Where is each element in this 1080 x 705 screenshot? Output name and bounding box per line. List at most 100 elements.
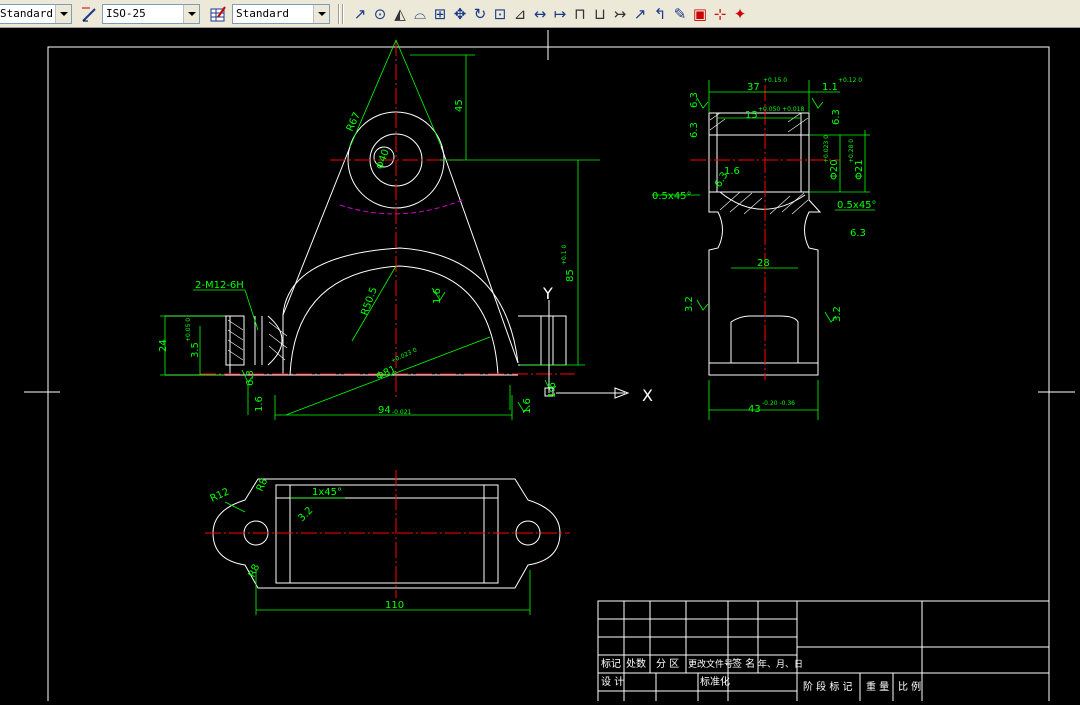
dim-d37-tol: +0.15 0 <box>763 77 787 84</box>
chevron-down-icon[interactable] <box>313 5 329 23</box>
dim-text-edit-icon[interactable]: ⊹ <box>710 4 730 24</box>
tb-biaoji: 标记 <box>601 658 621 670</box>
dim-arc-icon[interactable]: ◭ <box>390 4 410 24</box>
tb-biaozhunhua: 标准化 <box>700 675 730 688</box>
rib-right <box>440 145 519 364</box>
tolerance-icon[interactable]: ↣ <box>610 4 630 24</box>
title-block: 标记 处数 分 区 更改文件号 签 名 年、月、日 设 计 标准化 阶 段 标 … <box>597 600 1050 705</box>
right-boss-profile <box>518 315 567 366</box>
chevron-down-icon[interactable] <box>55 5 71 23</box>
chamfer-2: 0.5x45° <box>837 200 877 211</box>
rough-63b: 6.3 <box>689 92 700 108</box>
rough-16a: 1.6 <box>254 396 265 412</box>
dim-break-icon[interactable]: ⊔ <box>590 4 610 24</box>
tb-fenqu: 分 区 <box>656 658 679 670</box>
ucs-x-label: X <box>642 386 653 405</box>
top-view: R12 R8 R8 1x45° 3.2 110 <box>205 470 570 615</box>
tb-zhongliang: 重 量 <box>866 680 889 693</box>
dim-baseline-icon[interactable]: ↔ <box>530 4 550 24</box>
front-view: X Y R67 Φ40 45 85 +0.1 0 R50.5 Φ81 +0.02… <box>158 39 653 420</box>
rough-16d: 1.6 <box>547 382 558 398</box>
dim-edit-icon[interactable]: ▣ <box>690 4 710 24</box>
dim-aligned-icon[interactable]: ⊙ <box>370 4 390 24</box>
dim-d11: 1.1 <box>822 82 838 93</box>
thread-hole-right <box>540 315 554 366</box>
dim-radius-icon[interactable]: ⊞ <box>430 4 450 24</box>
center-mark-icon[interactable]: ↗ <box>630 4 650 24</box>
rough-63f: 6.3 <box>850 228 866 239</box>
dim-continue-icon[interactable]: ↦ <box>550 4 570 24</box>
dim-diameter-icon[interactable]: ↻ <box>470 4 490 24</box>
tb-genggai: 更改文件号 <box>688 658 733 670</box>
side-view: 37 +0.15 0 1.1 +0.12 0 15 +0.050 +0.018 … <box>652 77 877 420</box>
dim-r50: R50.5 <box>359 286 379 317</box>
dim-d20-tol: +0.023 0 <box>823 135 830 163</box>
dim-space-icon[interactable]: ⊓ <box>570 4 590 24</box>
tb-riqi: 年、月、日 <box>758 658 803 670</box>
table-style-icon[interactable] <box>208 4 228 24</box>
ucs-y-label: Y <box>542 284 553 303</box>
dim-r12: R12 <box>209 486 231 504</box>
dim-d43-tol: -0.20 -0.36 <box>762 400 795 407</box>
dim-d81: Φ81 <box>375 364 398 383</box>
dim-style-value: ISO-25 <box>106 7 146 20</box>
inspection-icon[interactable]: ↰ <box>650 4 670 24</box>
chamfer-3: 1x45° <box>312 487 342 498</box>
dim-angular-icon[interactable]: ⊡ <box>490 4 510 24</box>
dim-d81-tol: +0.023 0 <box>390 347 418 365</box>
tb-sheji: 设 计 <box>601 675 624 688</box>
tb-bili: 比 例 <box>898 680 921 693</box>
rough-32c: 3.2 <box>296 505 315 524</box>
chevron-down-icon[interactable] <box>183 5 199 23</box>
rough-32b: 3.2 <box>832 306 843 322</box>
rough-32a: 3.2 <box>684 296 695 312</box>
tb-qianming: 签 名 <box>732 657 755 670</box>
dim-d20: Φ20 <box>829 159 840 180</box>
drawing-svg: X Y R67 Φ40 45 85 +0.1 0 R50.5 Φ81 +0.02… <box>24 30 1075 705</box>
drawing-canvas[interactable]: X Y R67 Φ40 45 85 +0.1 0 R50.5 Φ81 +0.02… <box>0 28 1080 705</box>
rib-left <box>282 146 351 316</box>
dim-linear-icon[interactable]: ↗ <box>350 4 370 24</box>
dim-style-manager-icon[interactable] <box>80 4 100 24</box>
text-style-select[interactable]: Standard <box>0 4 72 24</box>
tb-chushu: 处数 <box>626 657 646 670</box>
dim-d21: Φ21 <box>854 159 865 180</box>
chamfer-1: 0.5x45° <box>652 191 692 202</box>
dim-update-icon[interactable]: ✦ <box>730 4 750 24</box>
dim-d15-tol: +0.050 +0.018 <box>758 106 804 113</box>
dim-d35: 3.5 <box>190 342 201 358</box>
dim-d21-tol: +0.28 0 <box>848 139 855 163</box>
dim-thread: 2-M12-6H <box>195 280 244 291</box>
toolbar-separator <box>342 4 344 24</box>
dim-d94: 94 <box>378 405 391 416</box>
dim-d40: Φ40 <box>374 148 391 171</box>
dim-d15: 15 <box>745 110 758 121</box>
top-inner-rect <box>275 484 499 584</box>
dim-style-select[interactable]: ISO-25 <box>102 4 200 24</box>
dim-d43: 43 <box>748 404 761 415</box>
quick-dim-icon[interactable]: ⊿ <box>510 4 530 24</box>
table-style-select[interactable]: Standard <box>232 4 330 24</box>
rough-63a: 6.3 <box>245 370 256 386</box>
dimension-toolbar: Standard ISO-25 Standard ↗ ⊙ ◭ ⌓ ⊞ ✥ ↻ ⊡ ⊿ ↔ ↦ ⊓ ⊔ ↣ ↗… <box>0 0 1080 28</box>
dim-d94-tol: -0.021 <box>392 409 412 416</box>
dim-d11-tol: +0.12 0 <box>838 77 862 84</box>
rough-63c: 6.3 <box>689 122 700 138</box>
jogged-linear-icon[interactable]: ✎ <box>670 4 690 24</box>
thread-arc <box>267 315 283 366</box>
dim-r8b: R8 <box>247 563 263 580</box>
dim-d85: 85 <box>565 269 576 282</box>
dim-d85-tol: +0.1 0 <box>561 245 568 265</box>
dim-d35-tol: +0.05 0 <box>185 318 192 342</box>
rough-16b: 1.6 <box>432 288 443 304</box>
tb-jieduan: 阶 段 标 记 <box>803 680 853 693</box>
dim-ordinate-icon[interactable]: ⌓ <box>410 4 430 24</box>
rough-63d: 6.3 <box>831 109 842 125</box>
rough-16c: 1.6 <box>522 398 533 414</box>
table-style-value: Standard <box>236 7 289 20</box>
dim-r67: R67 <box>345 111 363 133</box>
dim-jogged-icon[interactable]: ✥ <box>450 4 470 24</box>
dim-d110: 110 <box>385 600 404 611</box>
dim-d45: 45 <box>454 99 465 112</box>
dim-d24: 24 <box>158 339 169 352</box>
